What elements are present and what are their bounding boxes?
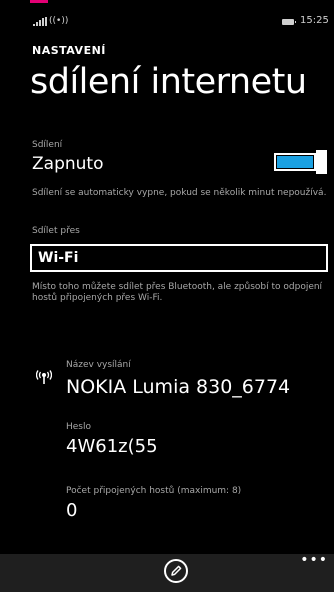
- hosts-count: 0: [66, 500, 78, 521]
- app-title: NASTAVENÍ: [32, 44, 106, 57]
- signal-strength-icon: [33, 17, 47, 26]
- share-over-select[interactable]: Wi-Fi: [30, 244, 328, 272]
- toggle-thumb: [316, 150, 327, 174]
- sharing-label: Sdílení: [32, 140, 63, 150]
- share-over-description: Místo toho můžete sdílet přes Bluetooth,…: [32, 282, 323, 303]
- status-bar: ((•)) 15:25: [0, 14, 334, 30]
- password-value: 4W61z(55: [66, 436, 158, 457]
- sharing-toggle[interactable]: [274, 150, 330, 174]
- phone-screen: ((•)) 15:25 NASTAVENÍ sdílení internetu …: [0, 0, 334, 592]
- hotspot-status-icon: ((•)): [49, 16, 69, 26]
- hosts-label: Počet připojených hostů (maximum: 8): [66, 486, 242, 496]
- edit-button[interactable]: [164, 559, 188, 583]
- brand-bar: [30, 0, 48, 3]
- edit-icon: [171, 565, 182, 576]
- password-label: Heslo: [66, 422, 92, 432]
- more-icon[interactable]: •••: [300, 552, 328, 568]
- sharing-description: Sdílení se automaticky vypne, pokud se n…: [32, 188, 327, 198]
- battery-icon: [282, 19, 296, 25]
- toggle-fill: [277, 156, 313, 168]
- clock: 15:25: [300, 15, 329, 26]
- wifi-hotspot-icon: [36, 370, 52, 384]
- brand-strip: [0, 0, 334, 6]
- app-bar: •••: [0, 552, 334, 592]
- network-name-label: Název vysílání: [66, 360, 131, 370]
- network-name: NOKIA Lumia 830_6774: [66, 376, 291, 398]
- share-over-label: Sdílet přes: [32, 226, 80, 236]
- sharing-value: Zapnuto: [32, 154, 104, 174]
- page-title: sdílení internetu: [30, 62, 307, 102]
